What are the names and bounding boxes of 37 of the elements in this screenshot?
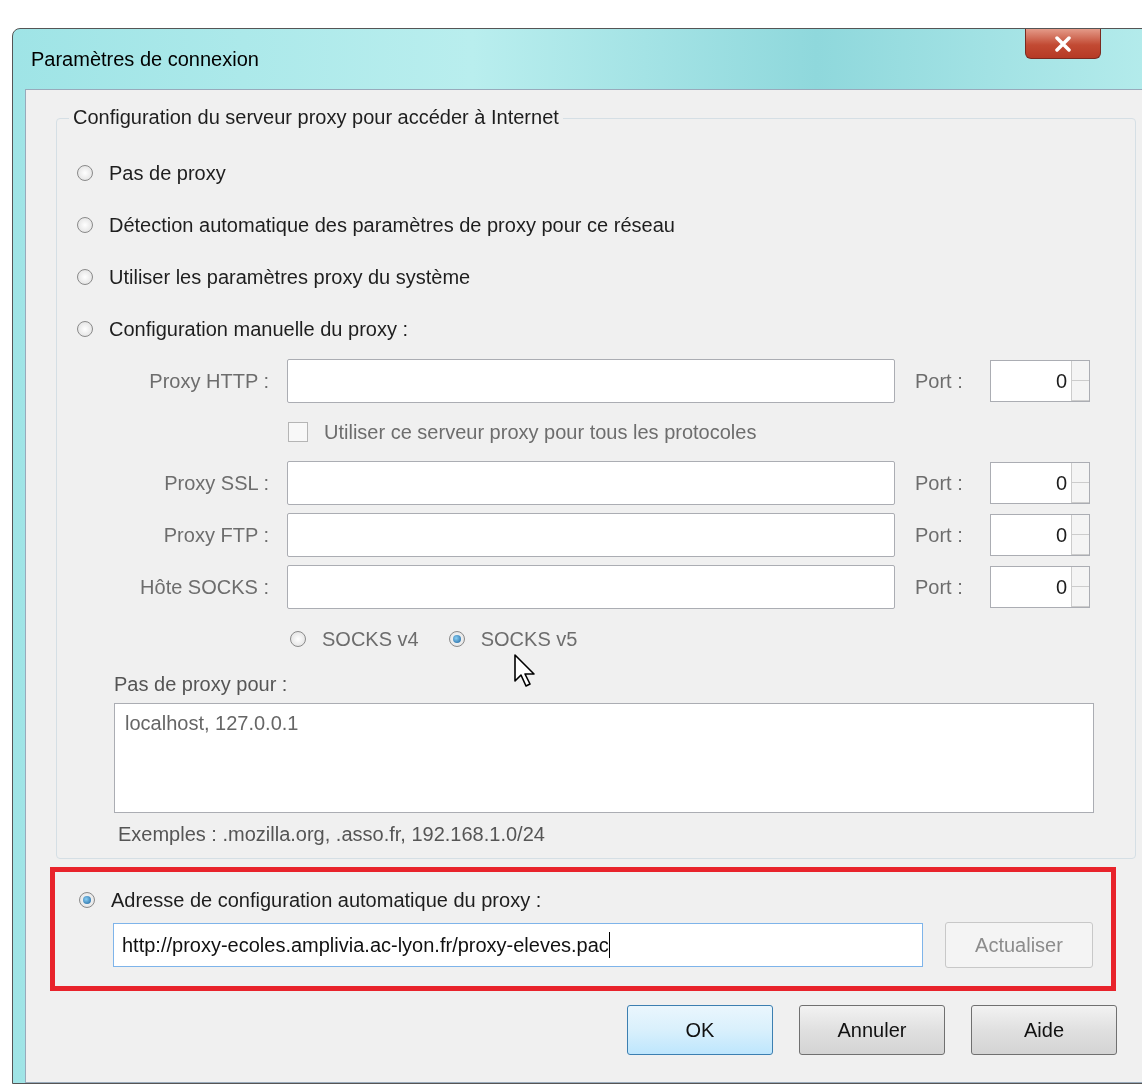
option-label: Utiliser les paramètres proxy du système	[109, 265, 471, 289]
examples-hint: Exemples : .mozilla.org, .asso.fr, 192.168.1.0/24	[117, 822, 546, 847]
host-field[interactable]	[287, 513, 895, 557]
option-label: SOCKS v5	[480, 627, 578, 651]
field-label: Pas de proxy pour :	[114, 673, 289, 697]
port-label: Port :	[915, 369, 964, 393]
group-legend: Configuration du serveur proxy pour accéder à Internet	[69, 106, 563, 129]
dialog-button[interactable]: Annuler	[799, 1005, 945, 1055]
host-field[interactable]	[287, 565, 895, 609]
dialog-button[interactable]: Aide	[971, 1005, 1117, 1055]
radio-button[interactable]	[77, 217, 93, 233]
close-button[interactable]	[1025, 29, 1101, 59]
radio-button[interactable]	[77, 321, 93, 337]
field-label: Hôte SOCKS :	[139, 575, 269, 599]
close-icon	[1052, 35, 1074, 52]
option-label: Pas de proxy	[109, 161, 226, 185]
radio-button[interactable]	[79, 892, 95, 908]
checkbox-label: Utiliser ce serveur proxy pour tous les protocoles	[324, 420, 757, 444]
no-proxy-field[interactable]: localhost, 127.0.0.1	[114, 703, 1094, 813]
field-label: Proxy HTTP :	[148, 369, 269, 393]
host-field[interactable]	[287, 461, 895, 505]
mouse-cursor-icon	[513, 653, 537, 689]
dialog-button[interactable]: OK	[627, 1005, 773, 1055]
option-label: Détection automatique des paramètres de proxy pour ce réseau	[109, 213, 675, 237]
url-field[interactable]: http://proxy-ecoles.amplivia.ac-lyon.fr/proxy-eleves.pac	[113, 923, 923, 967]
port-label: Port :	[915, 575, 964, 599]
option-label: SOCKS v4	[322, 627, 419, 651]
field-label: Proxy FTP :	[162, 523, 269, 547]
option-label: Adresse de configuration automatique du proxy :	[111, 888, 542, 912]
host-field[interactable]	[287, 359, 895, 403]
port-label: Port :	[915, 471, 964, 495]
option-label: Configuration manuelle du proxy :	[109, 317, 409, 341]
window-title: Paramètres de connexion	[30, 47, 259, 71]
port-label: Port :	[915, 523, 964, 547]
radio-button[interactable]	[77, 165, 93, 181]
radio-button[interactable]	[77, 269, 93, 285]
field-label: Proxy SSL :	[163, 471, 269, 495]
